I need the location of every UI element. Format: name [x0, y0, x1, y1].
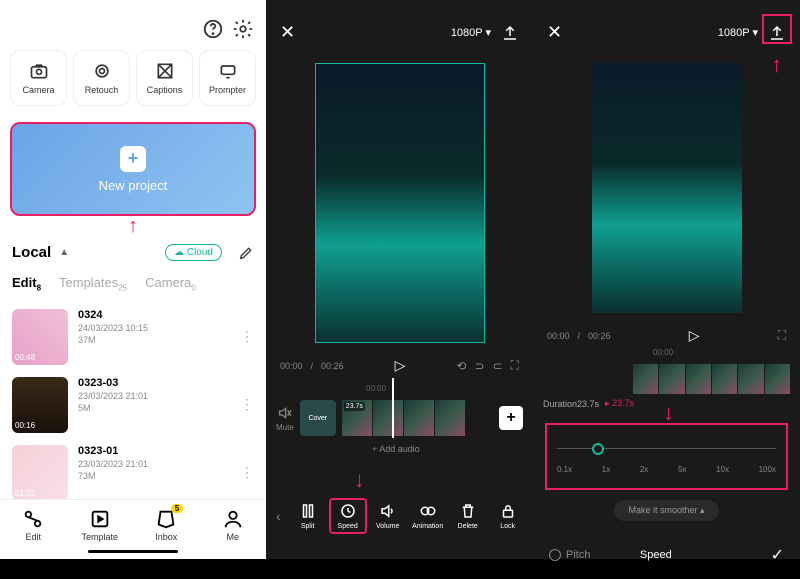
project-item[interactable]: 00:16 0323-0323/03/2023 21:015M ⋮ — [0, 371, 266, 439]
prompter-tool[interactable]: Prompter — [199, 50, 256, 106]
timeline-ruler: 00:00 — [276, 384, 523, 396]
time-current: 00:00 — [547, 331, 570, 341]
retouch-tool[interactable]: Retouch — [73, 50, 130, 106]
speed-slider[interactable] — [557, 439, 776, 459]
back-icon[interactable]: ‹ — [270, 508, 287, 524]
lock-tool[interactable]: Lock — [489, 502, 527, 530]
slider-thumb[interactable] — [592, 443, 604, 455]
timeline-clips[interactable] — [533, 360, 800, 394]
project-item[interactable]: 01:01 0323-0123/03/2023 21:0173M ⋮ — [0, 439, 266, 499]
nav-edit[interactable]: Edit — [0, 508, 67, 542]
cover-button[interactable]: Cover — [300, 400, 336, 436]
undo-icon[interactable]: ⟲ — [456, 359, 466, 373]
radio-icon — [549, 549, 561, 561]
more-icon[interactable]: ⋮ — [240, 464, 254, 481]
time-total: 00:26 — [588, 331, 611, 341]
video-preview[interactable] — [592, 63, 742, 313]
new-project-label: New project — [99, 178, 168, 193]
play-icon[interactable]: ▷ — [395, 357, 406, 374]
project-item[interactable]: 00:48 032424/03/2023 10:1537M ⋮ — [0, 303, 266, 371]
resolution-button[interactable]: 1080P ▾ — [451, 26, 491, 39]
annotation-arrow: ↓ — [354, 467, 365, 493]
project-thumbnail: 01:01 — [12, 445, 68, 499]
captions-label: Captions — [147, 85, 183, 95]
project-name: 0323-01 — [78, 445, 230, 457]
local-title[interactable]: Local — [12, 244, 51, 261]
time-total: 00:26 — [321, 361, 344, 371]
redo-icon[interactable]: ⊃ — [474, 359, 484, 373]
more-icon[interactable]: ⋮ — [240, 396, 254, 413]
project-thumbnail: 00:48 — [12, 309, 68, 365]
close-icon[interactable]: ✕ — [547, 22, 562, 43]
timeline-ruler: 00:00 — [533, 348, 800, 360]
plus-icon: + — [120, 146, 146, 172]
tab-edit[interactable]: Edit8 — [12, 275, 41, 293]
add-audio-button[interactable]: + Add audio — [276, 436, 523, 462]
nav-inbox[interactable]: 5Inbox — [133, 508, 200, 542]
delete-tool[interactable]: Delete — [449, 502, 487, 530]
add-clip-button[interactable]: + — [499, 406, 523, 430]
pitch-toggle[interactable]: Pitch — [549, 549, 590, 561]
edit-icon[interactable] — [238, 245, 254, 261]
help-icon[interactable] — [202, 18, 224, 40]
camera-tool[interactable]: Camera — [10, 50, 67, 106]
speed-title: Speed — [640, 549, 672, 561]
play-icon[interactable]: ▷ — [689, 327, 700, 344]
annotation-arrow: ↑ — [128, 215, 138, 238]
resolution-button[interactable]: 1080P ▾ — [718, 26, 758, 39]
fullscreen-icon[interactable]: ⛶ — [511, 358, 519, 373]
split-tool[interactable]: Split — [289, 502, 327, 530]
animation-tool[interactable]: Animation — [409, 502, 447, 530]
new-project-button[interactable]: + New project ↑ — [10, 122, 256, 216]
prompter-label: Prompter — [209, 85, 246, 95]
volume-tool[interactable]: Volume — [369, 502, 407, 530]
tab-camera[interactable]: Camera0 — [145, 275, 196, 293]
tab-templates[interactable]: Templates25 — [59, 275, 127, 293]
settings-icon[interactable] — [232, 18, 254, 40]
camera-label: Camera — [22, 85, 54, 95]
redo2-icon[interactable]: ⊂ — [493, 359, 503, 373]
more-icon[interactable]: ⋮ — [240, 328, 254, 345]
nav-template[interactable]: Template — [67, 508, 134, 542]
annotation-highlight — [762, 14, 792, 44]
retouch-label: Retouch — [85, 85, 119, 95]
close-icon[interactable]: ✕ — [280, 22, 295, 43]
playhead[interactable] — [392, 378, 394, 438]
annotation-arrow: ↑ — [771, 52, 782, 78]
inbox-badge: 5 — [171, 504, 183, 513]
export-icon[interactable] — [501, 24, 519, 42]
nav-me[interactable]: Me — [200, 508, 267, 542]
fullscreen-icon[interactable]: ⛶ — [778, 328, 786, 343]
speed-slider-container: 0.1x 1x 2x 5x 10x 100x — [545, 423, 788, 490]
annotation-arrow: ↓ — [663, 400, 674, 426]
speed-tool[interactable]: Speed — [329, 498, 367, 534]
captions-tool[interactable]: Captions — [136, 50, 193, 106]
chevron-up-icon[interactable]: ▲ — [59, 247, 69, 258]
mute-button[interactable]: Mute — [276, 405, 294, 432]
smoother-button[interactable]: Make it smoother ▴ — [614, 500, 718, 521]
time-current: 00:00 — [280, 361, 303, 371]
video-preview[interactable] — [315, 63, 485, 343]
duration-label: Duration23.7s — [543, 399, 599, 409]
home-indicator — [88, 550, 178, 553]
confirm-icon[interactable]: ✓ — [771, 545, 784, 565]
project-name: 0323-03 — [78, 377, 230, 389]
timeline-clips[interactable]: 23.7s — [342, 400, 493, 436]
project-thumbnail: 00:16 — [12, 377, 68, 433]
project-name: 0324 — [78, 309, 230, 321]
cloud-button[interactable]: ☁ Cloud — [165, 244, 222, 261]
